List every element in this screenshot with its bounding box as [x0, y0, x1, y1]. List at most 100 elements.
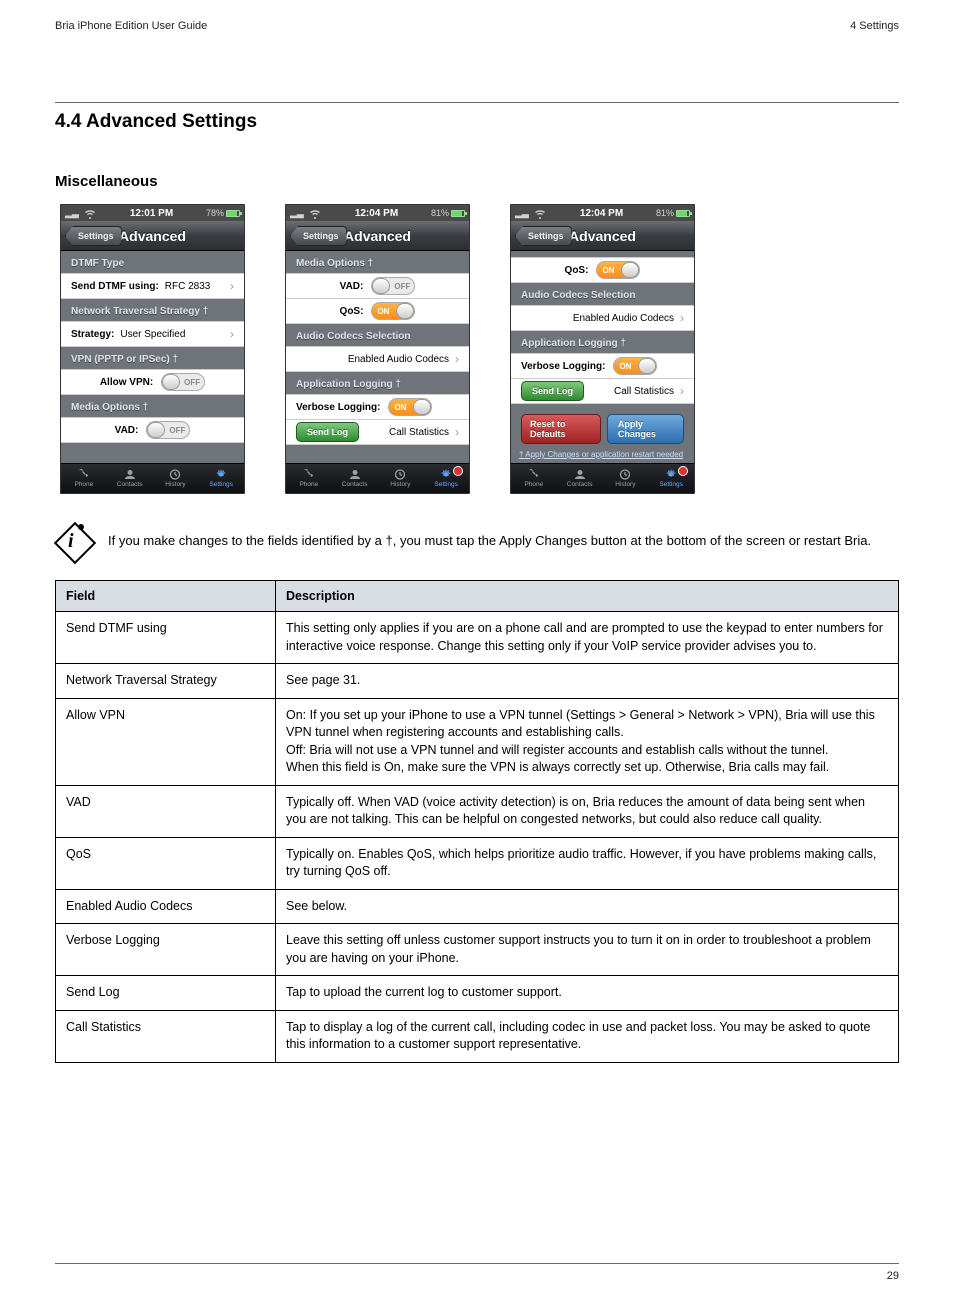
- toggle-qos[interactable]: ON: [596, 261, 640, 279]
- tab-settings[interactable]: Settings: [423, 464, 469, 493]
- cell-field: Enabled Audio Codecs: [56, 889, 276, 924]
- call-statistics-link[interactable]: Call Statistics: [389, 427, 449, 438]
- doc-title: Bria iPhone Edition User Guide: [55, 20, 207, 32]
- tab-contacts[interactable]: Contacts: [107, 464, 153, 493]
- cell-field: Verbose Logging: [56, 924, 276, 976]
- history-icon: [618, 469, 632, 480]
- toggle-vad[interactable]: OFF: [371, 277, 415, 295]
- screenshot-1: ▂▃ 12:01 PM 78% Settings Advanced DTMF T…: [60, 204, 245, 494]
- call-statistics-link[interactable]: Call Statistics: [614, 386, 674, 397]
- row-enabled-codecs[interactable]: Enabled Audio Codecs ›: [511, 305, 694, 331]
- tab-phone[interactable]: Phone: [61, 464, 107, 493]
- tab-history[interactable]: History: [603, 464, 649, 493]
- label: VAD:: [115, 425, 139, 436]
- cell-field: Send Log: [56, 976, 276, 1011]
- signal-icon: ▂▃: [65, 208, 83, 219]
- tab-phone[interactable]: Phone: [511, 464, 557, 493]
- table-row: Network Traversal StrategySee page 31.: [56, 664, 899, 699]
- tab-contacts[interactable]: Contacts: [557, 464, 603, 493]
- toggle-allow-vpn[interactable]: OFF: [161, 373, 205, 391]
- group-audio-codecs: Audio Codecs Selection: [286, 324, 469, 346]
- table-row: Call StatisticsTap to display a log of t…: [56, 1010, 899, 1062]
- tab-history[interactable]: History: [378, 464, 424, 493]
- tab-label: Settings: [659, 481, 683, 488]
- row-vad: VAD: OFF: [286, 273, 469, 299]
- tab-contacts[interactable]: Contacts: [332, 464, 378, 493]
- send-log-button[interactable]: Send Log: [296, 422, 359, 442]
- tab-settings[interactable]: Settings: [198, 464, 244, 493]
- header-rule: [55, 102, 899, 103]
- label: QoS:: [340, 306, 364, 317]
- group-dtmf: DTMF Type: [61, 251, 244, 273]
- contacts-icon: [348, 469, 362, 480]
- cell-desc: This setting only applies if you are on …: [276, 612, 899, 664]
- battery-text: 81%: [431, 208, 449, 218]
- info-icon: i: [58, 524, 94, 562]
- subsection-title: Miscellaneous: [55, 173, 899, 190]
- content-area: DTMF Type Send DTMF using: RFC 2833 › Ne…: [61, 251, 244, 465]
- chevron-right-icon: ›: [230, 327, 234, 341]
- value: User Specified: [120, 329, 185, 340]
- send-log-button[interactable]: Send Log: [521, 381, 584, 401]
- screenshot-3: ▂▃ 12:04 PM 81% Settings Advanced QoS: O…: [510, 204, 695, 494]
- reset-defaults-button[interactable]: Reset to Defaults: [521, 414, 601, 444]
- history-icon: [168, 469, 182, 480]
- tab-phone[interactable]: Phone: [286, 464, 332, 493]
- group-media-options: Media Options †: [286, 251, 469, 273]
- tab-label: History: [165, 481, 185, 488]
- tab-label: History: [615, 481, 635, 488]
- cell-desc: Typically off. When VAD (voice activity …: [276, 785, 899, 837]
- row-send-dtmf[interactable]: Send DTMF using: RFC 2833 ›: [61, 273, 244, 299]
- cell-desc: Tap to upload the current log to custome…: [276, 976, 899, 1011]
- toggle-verbose[interactable]: ON: [388, 398, 432, 416]
- group-audio-codecs: Audio Codecs Selection: [511, 283, 694, 305]
- value: RFC 2833: [165, 281, 211, 292]
- row-verbose-logging: Verbose Logging: ON: [286, 394, 469, 420]
- tab-label: Phone: [524, 481, 543, 488]
- battery-text: 81%: [656, 208, 674, 218]
- table-row: Enabled Audio CodecsSee below.: [56, 889, 899, 924]
- table-body: Send DTMF usingThis setting only applies…: [56, 612, 899, 1063]
- tab-history[interactable]: History: [153, 464, 199, 493]
- row-action-buttons: Reset to Defaults Apply Changes: [511, 404, 694, 448]
- back-button[interactable]: Settings: [65, 226, 122, 246]
- table-row: Verbose LoggingLeave this setting off un…: [56, 924, 899, 976]
- table-row: Send DTMF usingThis setting only applies…: [56, 612, 899, 664]
- apply-changes-button[interactable]: Apply Changes: [607, 414, 684, 444]
- cell-desc: See page 31.: [276, 664, 899, 699]
- row-send-log: Send Log Call Statistics ›: [511, 378, 694, 404]
- chevron-right-icon: ›: [455, 425, 459, 439]
- toggle-off-text: OFF: [394, 282, 410, 291]
- label: Verbose Logging:: [296, 402, 380, 413]
- table-row: Allow VPNOn: If you set up your iPhone t…: [56, 698, 899, 785]
- back-button[interactable]: Settings: [290, 226, 347, 246]
- footer: 29: [55, 1264, 899, 1282]
- row-enabled-codecs[interactable]: Enabled Audio Codecs ›: [286, 346, 469, 372]
- wifi-icon: [308, 208, 322, 219]
- toggle-qos[interactable]: ON: [371, 302, 415, 320]
- table-row: QoSTypically on. Enables QoS, which help…: [56, 837, 899, 889]
- label: Send DTMF using:: [71, 281, 159, 292]
- cell-field: QoS: [56, 837, 276, 889]
- tab-settings[interactable]: Settings: [648, 464, 694, 493]
- info-note: i If you make changes to the fields iden…: [58, 524, 899, 562]
- row-vad: VAD: OFF: [61, 417, 244, 443]
- toggle-verbose[interactable]: ON: [613, 357, 657, 375]
- phone-icon: [527, 469, 541, 480]
- back-button[interactable]: Settings: [515, 226, 572, 246]
- tab-label: Phone: [299, 481, 318, 488]
- cell-field: VAD: [56, 785, 276, 837]
- tab-label: Phone: [74, 481, 93, 488]
- table-row: VADTypically off. When VAD (voice activi…: [56, 785, 899, 837]
- row-qos: QoS: ON: [511, 257, 694, 283]
- cell-field: Send DTMF using: [56, 612, 276, 664]
- content-area: Media Options † VAD: OFF QoS: ON Audio C…: [286, 251, 469, 465]
- note-text: If you make changes to the fields identi…: [108, 524, 871, 551]
- tab-label: Contacts: [342, 481, 368, 488]
- group-app-logging: Application Logging †: [286, 372, 469, 394]
- row-strategy[interactable]: Strategy: User Specified ›: [61, 321, 244, 347]
- chevron-right-icon: ›: [680, 311, 684, 325]
- tab-label: Settings: [434, 481, 458, 488]
- toggle-vad[interactable]: OFF: [146, 421, 190, 439]
- badge-icon: [678, 466, 688, 476]
